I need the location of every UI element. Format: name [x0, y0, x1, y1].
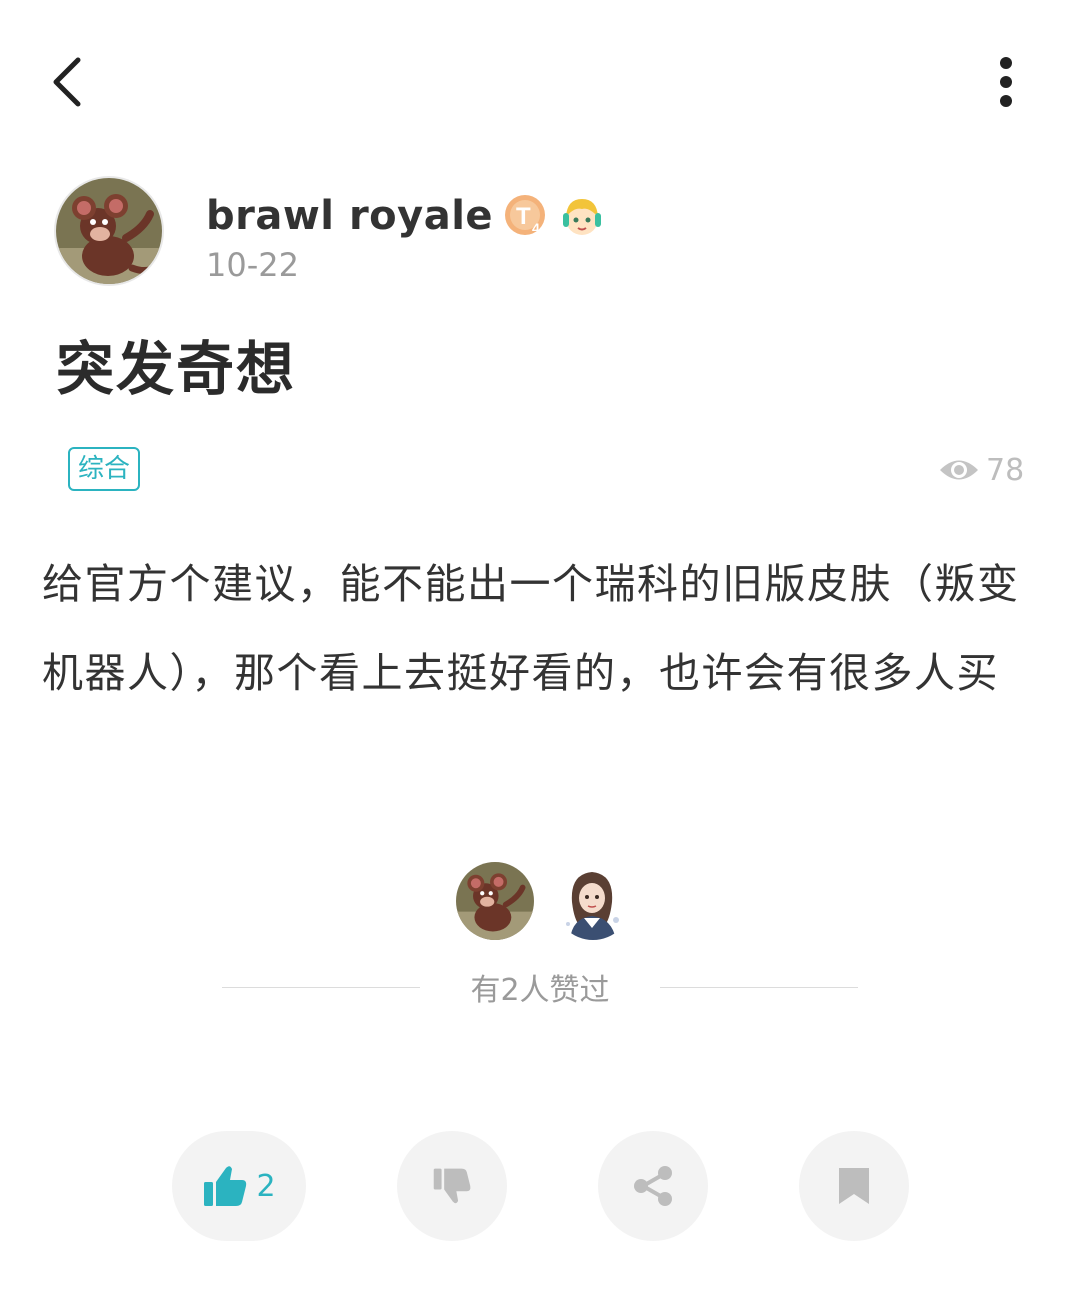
- share-button[interactable]: [598, 1131, 708, 1241]
- view-count: 78: [938, 450, 1024, 490]
- like-count: 2: [256, 1168, 276, 1204]
- eye-icon: [940, 460, 978, 480]
- liker-avatar[interactable]: [456, 862, 534, 940]
- liked-summary-text[interactable]: 有2人赞过: [420, 965, 659, 1009]
- dislike-button[interactable]: [397, 1131, 507, 1241]
- author-avatar[interactable]: [54, 176, 164, 286]
- post-body: 给官方个建议，能不能出一个瑞科的旧版皮肤（叛变机器人），那个看上去挺好看的，也许…: [42, 560, 1020, 697]
- character-badge-icon: [559, 193, 605, 239]
- vertical-dots-icon: [1000, 57, 1012, 107]
- divider-line: [659, 986, 858, 988]
- divider-line: [222, 986, 421, 988]
- bookmark-icon: [839, 1168, 869, 1204]
- anime-character-avatar-icon: [554, 862, 632, 940]
- post-title: 突发奇想: [56, 335, 297, 403]
- liker-avatars: [456, 862, 632, 940]
- svg-text:T: T: [516, 203, 531, 230]
- view-count-number: 78: [986, 452, 1025, 488]
- back-arrow-icon: [53, 57, 81, 107]
- like-button[interactable]: 2: [172, 1131, 306, 1241]
- liked-summary-row: 有2人赞过: [222, 962, 858, 1012]
- svg-text:4: 4: [532, 220, 540, 236]
- more-options-button[interactable]: [978, 50, 1034, 114]
- top-bar: [0, 0, 1080, 160]
- author-name-row: brawl royale T 4: [206, 188, 605, 244]
- share-icon: [634, 1166, 672, 1206]
- author-section: brawl royale T 4 10-22: [54, 176, 1034, 288]
- mouse-cartoon-avatar-icon: [56, 178, 162, 284]
- liker-avatar[interactable]: [554, 862, 632, 940]
- thumbs-up-icon: [204, 1166, 247, 1206]
- tier-badge-icon: T 4: [503, 193, 549, 239]
- category-tag[interactable]: 综合: [68, 447, 141, 491]
- mouse-cartoon-avatar-icon: [456, 862, 534, 940]
- author-name[interactable]: brawl royale: [206, 193, 493, 239]
- thumbs-down-icon: [433, 1168, 471, 1204]
- bookmark-button[interactable]: [799, 1131, 909, 1241]
- post-date: 10-22: [206, 246, 299, 284]
- back-button[interactable]: [36, 50, 96, 114]
